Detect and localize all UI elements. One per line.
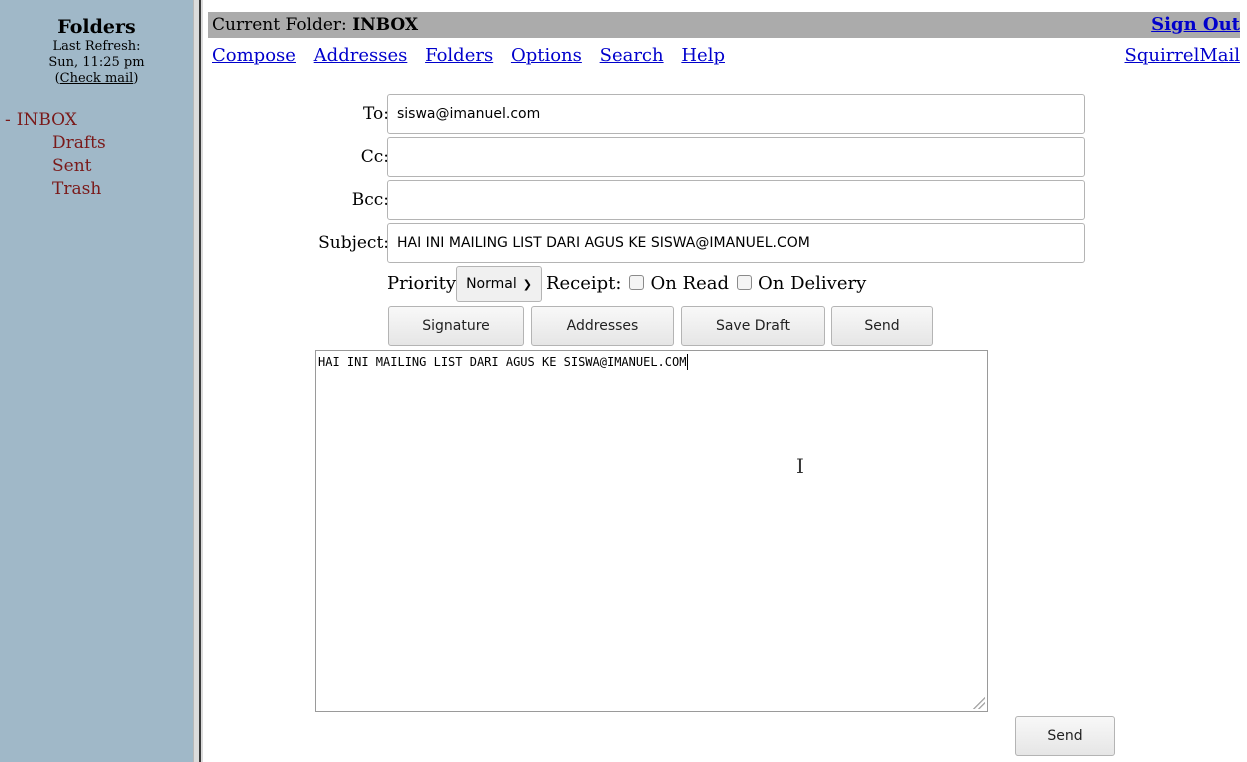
folder-item-inbox[interactable]: - INBOX xyxy=(0,109,193,132)
priority-label: Priority xyxy=(387,273,457,294)
last-refresh-time: Sun, 11:25 pm xyxy=(48,55,145,70)
squirrelmail-link[interactable]: SquirrelMail xyxy=(1125,44,1241,68)
priority-select[interactable]: Normal ❯ xyxy=(456,266,542,302)
sidebar-title: Folders xyxy=(57,16,136,38)
cc-input[interactable] xyxy=(387,137,1085,177)
chevron-down-icon: ❯ xyxy=(522,278,532,291)
to-input[interactable]: siswa@imanuel.com xyxy=(387,94,1085,134)
options-row: Priority Normal ❯ Receipt: On Read On Deliver… xyxy=(387,265,866,303)
nav-search[interactable]: Search xyxy=(600,45,664,66)
to-label: To: xyxy=(363,104,389,124)
bcc-input[interactable] xyxy=(387,180,1085,220)
message-body-textarea[interactable]: HAI INI MAILING LIST DARI AGUS KE SISWA@… xyxy=(315,350,988,712)
on-read-label: On Read xyxy=(650,273,729,294)
folder-item-sent[interactable]: Sent xyxy=(0,155,193,178)
subject-input[interactable]: HAI INI MAILING LIST DARI AGUS KE SISWA@… xyxy=(387,223,1085,263)
check-mail-link[interactable]: Check mail xyxy=(60,71,134,86)
signature-button[interactable]: Signature xyxy=(388,306,524,346)
on-delivery-checkbox[interactable] xyxy=(737,275,752,290)
folder-expander: - xyxy=(5,110,11,130)
folders-sidebar: Folders Last Refresh: Sun, 11:25 pm (Che… xyxy=(0,0,193,762)
resize-handle-icon[interactable] xyxy=(973,697,985,709)
receipt-label: Receipt: xyxy=(545,273,622,294)
on-read-checkbox[interactable] xyxy=(629,275,645,290)
folder-item-trash[interactable]: Trash xyxy=(0,178,193,201)
bcc-label: Bcc: xyxy=(351,190,389,210)
subject-row: Subject: HAI INI MAILING LIST DARI AGUS … xyxy=(208,223,1244,263)
message-body-text: HAI INI MAILING LIST DARI AGUS KE SISWA@… xyxy=(318,354,689,370)
frame-divider[interactable] xyxy=(193,0,203,762)
current-folder-bar: Current Folder: INBOX Sign Out xyxy=(208,12,1240,38)
squirrelmail-window: Folders Last Refresh: Sun, 11:25 pm (Che… xyxy=(0,0,1247,762)
current-folder-name: INBOX xyxy=(352,15,419,35)
check-mail-wrapper: (Check mail) xyxy=(54,71,139,86)
to-row: To: siswa@imanuel.com xyxy=(208,94,1244,134)
bcc-row: Bcc: xyxy=(208,180,1244,220)
main-frame: Current Folder: INBOX Sign Out Compose A… xyxy=(208,0,1244,762)
nav-addresses[interactable]: Addresses xyxy=(314,45,408,66)
sign-out-link[interactable]: Sign Out xyxy=(1151,12,1240,38)
bottom-send-button[interactable]: Send xyxy=(1015,716,1115,756)
current-folder-label: Current Folder: xyxy=(212,15,347,35)
cc-label: Cc: xyxy=(360,147,389,167)
send-button[interactable]: Send xyxy=(831,306,933,346)
cc-row: Cc: xyxy=(208,137,1244,177)
on-delivery-label: On Delivery xyxy=(758,273,867,294)
main-nav: Compose Addresses Folders Options Search… xyxy=(212,44,1240,68)
nav-options[interactable]: Options xyxy=(511,45,582,66)
subject-label: Subject: xyxy=(318,233,389,253)
nav-folders[interactable]: Folders xyxy=(425,45,493,66)
priority-value: Normal xyxy=(466,276,517,292)
folder-label: INBOX xyxy=(16,110,77,130)
folder-list: - INBOX Drafts Sent Trash xyxy=(0,109,193,201)
last-refresh-label: Last Refresh: xyxy=(52,39,141,54)
save-draft-button[interactable]: Save Draft xyxy=(681,306,825,346)
text-cursor-icon: I xyxy=(796,454,804,478)
nav-compose[interactable]: Compose xyxy=(212,45,296,66)
addresses-button[interactable]: Addresses xyxy=(531,306,674,346)
nav-help[interactable]: Help xyxy=(681,45,725,66)
folder-item-drafts[interactable]: Drafts xyxy=(0,132,193,155)
